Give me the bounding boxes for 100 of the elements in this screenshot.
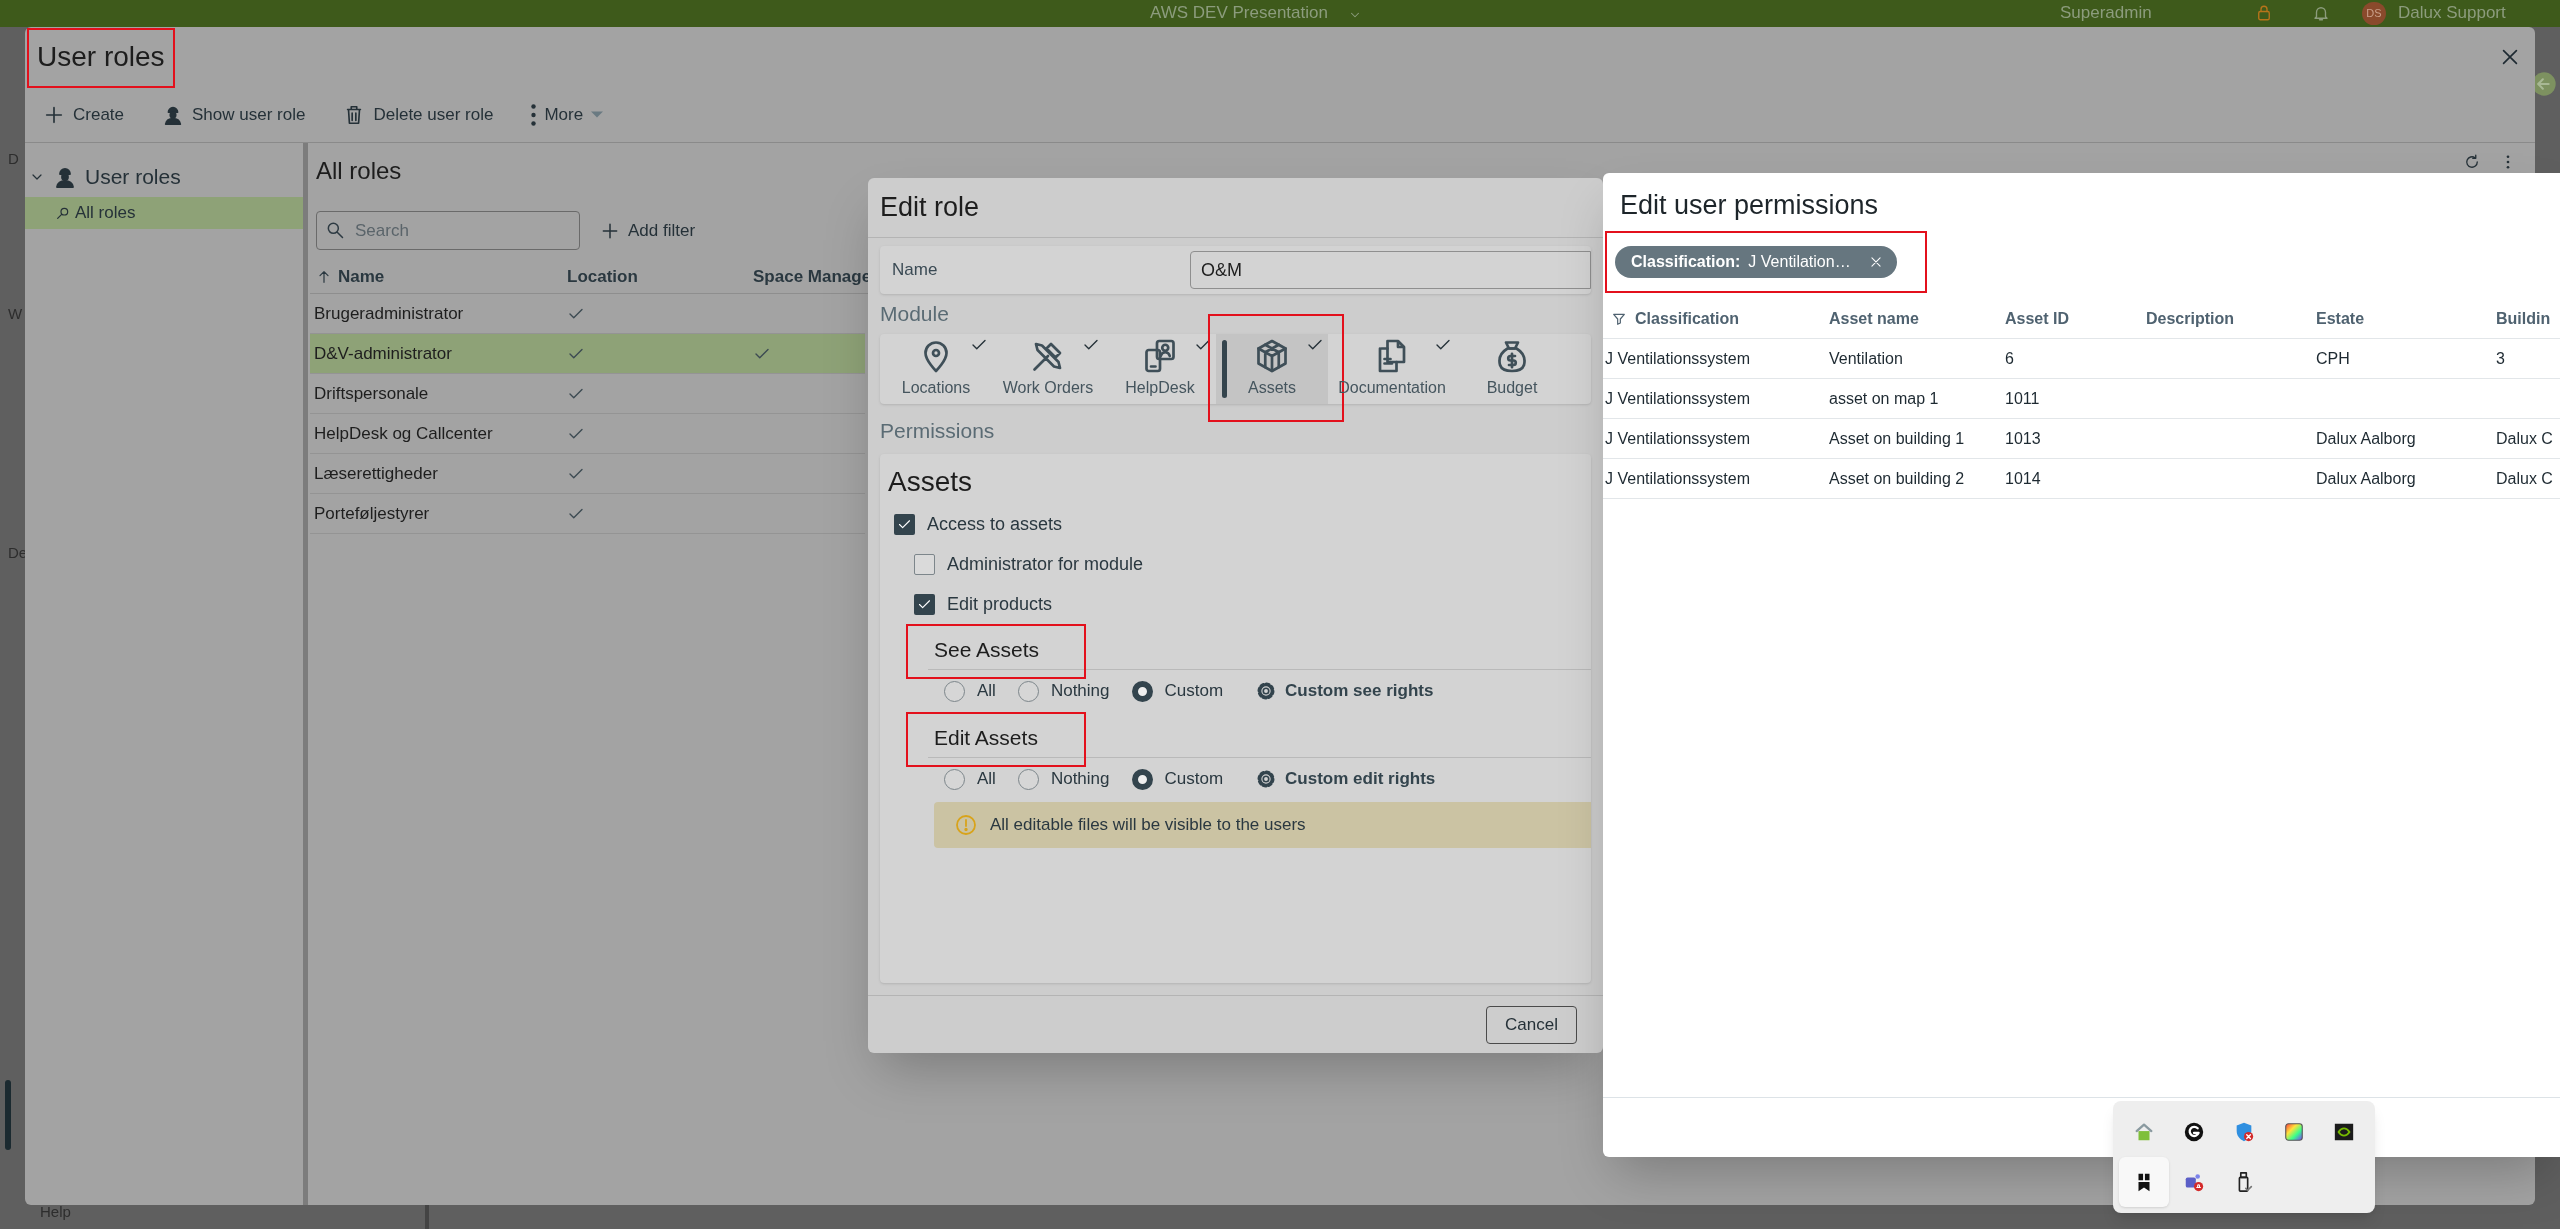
module-tab[interactable]: Locations xyxy=(880,334,992,404)
active-indicator xyxy=(5,1080,11,1150)
table-cell-text: Porteføljestyrer xyxy=(313,502,431,525)
table-cell: asset on map 1 xyxy=(1829,389,1939,407)
column-header[interactable]: Asset ID xyxy=(1999,306,2140,331)
role-label: Superadmin xyxy=(2060,3,2152,23)
table-cell: Asset on building 2 xyxy=(1829,469,1965,487)
radio-option[interactable]: Nothing xyxy=(1017,678,1110,704)
checkbox-row[interactable]: Edit products xyxy=(888,584,1053,624)
filter-chip[interactable]: Classification: J Ventilation… xyxy=(1615,246,1897,278)
dialog-title: Edit role xyxy=(880,191,980,225)
table-cell: CPH xyxy=(2316,349,2350,367)
table-cell: Ventilation xyxy=(1829,349,1903,367)
radio-button[interactable] xyxy=(1131,768,1153,790)
search-icon xyxy=(55,205,71,221)
add-filter-button[interactable]: Add filter xyxy=(600,217,696,244)
checkbox[interactable] xyxy=(914,553,935,575)
phone-person-icon xyxy=(1142,338,1178,374)
column-header[interactable]: Name xyxy=(310,263,567,290)
name-field[interactable]: O&M xyxy=(1190,251,1591,289)
radio-button[interactable] xyxy=(944,768,965,790)
checkbox-row[interactable]: Administrator for module xyxy=(888,544,1144,584)
tree-item[interactable]: All roles xyxy=(25,197,303,229)
lock-icon xyxy=(2255,4,2273,22)
table-row[interactable]: D&V-administrator xyxy=(310,334,865,374)
radio-button[interactable] xyxy=(1017,680,1039,702)
checkbox-row[interactable]: Access to assets xyxy=(888,504,1063,544)
checkbox[interactable] xyxy=(914,593,935,615)
radio-button[interactable] xyxy=(944,680,965,702)
home-icon xyxy=(2133,1121,2155,1143)
close-icon[interactable] xyxy=(1868,255,1883,269)
tray-button[interactable] xyxy=(2119,1157,2169,1207)
custom-rights-link[interactable]: Custom see rights xyxy=(1255,678,1434,704)
radio-button[interactable] xyxy=(1017,768,1039,790)
color-palette-icon xyxy=(2283,1121,2305,1143)
column-header[interactable]: Buildin xyxy=(2490,306,2560,331)
caret-icon xyxy=(591,111,604,118)
tree-item[interactable]: User roles xyxy=(25,157,303,197)
toolbar-button[interactable]: More xyxy=(531,101,604,128)
table-cell-text: Driftspersonale xyxy=(313,382,430,405)
radio-option[interactable]: Nothing xyxy=(1017,766,1110,792)
checkbox[interactable] xyxy=(894,513,915,535)
notice-text: All editable files will be visible to the users xyxy=(990,814,1306,837)
table-cell: 1014 xyxy=(2005,469,2041,487)
table-row[interactable]: Læserettigheder xyxy=(310,454,865,494)
column-header[interactable]: Estate xyxy=(2310,306,2490,331)
list-title: All roles xyxy=(316,156,402,186)
table-row[interactable]: Porteføljestyrer xyxy=(310,494,865,534)
table-cell: J Ventilationssystem xyxy=(1605,429,1750,447)
card-title: Assets xyxy=(888,465,973,499)
kebab-icon xyxy=(531,103,537,126)
toolbar-button[interactable]: Create xyxy=(43,101,125,128)
table-cell: Dalux Aalborg xyxy=(2316,469,2416,487)
table-row[interactable]: HelpDesk og Callcenter xyxy=(310,414,865,454)
table-cell: 3 xyxy=(2496,349,2505,367)
custom-rights-link[interactable]: Custom edit rights xyxy=(1255,766,1436,792)
window-title: User roles xyxy=(37,41,165,72)
radio-option[interactable]: All xyxy=(944,766,996,792)
group-title: See Assets xyxy=(934,637,1040,661)
column-header[interactable]: Classification xyxy=(1603,306,1823,331)
table-cell: 1011 xyxy=(2005,389,2040,407)
table-row[interactable]: Driftspersonale xyxy=(310,374,865,414)
eye-logo-icon xyxy=(2333,1121,2355,1143)
warning-icon xyxy=(954,813,978,837)
table-cell: 1013 xyxy=(2005,429,2041,447)
panel-title: Edit user permissions xyxy=(1620,188,1879,222)
person-icon xyxy=(53,165,77,189)
table-cell: Dalux C xyxy=(2496,469,2553,487)
table-cell-text: Læserettigheder xyxy=(313,462,439,485)
cube-icon xyxy=(1254,338,1290,374)
column-header[interactable]: Description xyxy=(2140,306,2310,331)
field-label: Name xyxy=(892,259,939,282)
table-cell-text: HelpDesk og Callcenter xyxy=(313,422,494,445)
radio-button[interactable] xyxy=(1131,680,1153,702)
toolbar-button[interactable]: Delete user role xyxy=(343,101,494,128)
group-title: Edit Assets xyxy=(934,725,1038,749)
table-cell: Dalux Aalborg xyxy=(2316,429,2416,447)
module-tab[interactable]: Assets xyxy=(1216,334,1328,404)
toolbar-button[interactable]: Show user role xyxy=(162,101,306,128)
module-tab[interactable]: Work Orders xyxy=(992,334,1104,404)
radio-option[interactable]: Custom xyxy=(1131,766,1224,792)
table-cell: Asset on building 1 xyxy=(1829,429,1965,447)
search-icon xyxy=(325,220,345,240)
module-tab[interactable]: HelpDesk xyxy=(1104,334,1216,404)
radio-option[interactable]: Custom xyxy=(1131,678,1224,704)
table-cell: 6 xyxy=(2005,349,2014,367)
chat-people-icon xyxy=(2183,1171,2205,1193)
radio-option[interactable]: All xyxy=(944,678,996,704)
search-field[interactable]: Search xyxy=(316,211,580,250)
section-label: Permissions xyxy=(880,418,995,445)
module-tab[interactable]: Budget xyxy=(1456,334,1568,404)
column-header[interactable]: Location xyxy=(567,263,753,290)
table-cell: Dalux C xyxy=(2496,429,2553,447)
refresh-icon[interactable] xyxy=(2463,153,2481,171)
cancel-button[interactable]: Cancel xyxy=(1486,1005,1577,1044)
column-header[interactable]: Asset name xyxy=(1823,306,1999,331)
table-cell: J Ventilationssystem xyxy=(1605,389,1750,407)
circle-logo-icon xyxy=(2183,1121,2205,1143)
table-cell: J Ventilationssystem xyxy=(1605,469,1750,487)
table-cell-text: D&V-administrator xyxy=(313,342,453,365)
